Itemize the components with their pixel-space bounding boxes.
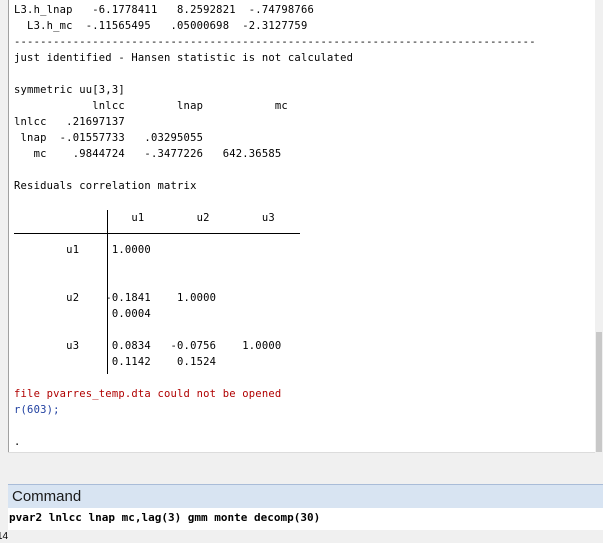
corr-row-u3-pvalue: 0.1142 0.1524 [14, 356, 217, 368]
corr-row-u2-pvalue: 0.0004 [14, 308, 151, 320]
status-text: 14 [0, 531, 9, 542]
return-code-link[interactable]: r(603); [14, 402, 60, 418]
residuals-title: Residuals correlation matrix [14, 180, 197, 192]
results-prompt: . [14, 436, 21, 448]
corr-header: u1 u2 u3 [14, 212, 275, 224]
results-horizontal-scrollbar[interactable] [8, 452, 595, 476]
status-bar: 14 [0, 531, 603, 543]
corr-row-u2: u2 -0.1841 1.0000 [14, 292, 217, 304]
results-vertical-scrollbar[interactable] [595, 0, 603, 475]
uu-header: lnlcc lnap mc [14, 100, 288, 112]
error-message: file pvarres_temp.dta could not be opene… [14, 388, 282, 400]
table-separator: ----------------------------------------… [14, 36, 536, 48]
uu-row-lnap: lnap -.01557733 .03295055 [14, 132, 204, 144]
uu-row-mc: mc .9844724 -.3477226 642.36585 [14, 148, 282, 160]
uu-row-lnlcc: lnlcc .21697137 [14, 116, 125, 128]
pane-splitter[interactable] [0, 475, 603, 483]
command-input[interactable]: pvar2 lnlcc lnap mc,lag(3) gmm monte dec… [8, 508, 603, 530]
corr-row-u1: u1 1.0000 [14, 244, 151, 256]
corr-row-u3: u3 0.0834 -0.0756 1.0000 [14, 340, 282, 352]
coef-row-lnap: L3.h_lnap -6.1778411 8.2592821 -.7479876… [14, 4, 314, 16]
scrollbar-thumb[interactable] [596, 332, 602, 452]
hansen-note: just identified - Hansen statistic is no… [14, 52, 354, 64]
command-pane-title: Command [8, 484, 603, 508]
results-window: L3.h_lnap -6.1778411 8.2592821 -.7479876… [8, 0, 597, 452]
corr-table-hline [14, 233, 300, 234]
coef-row-mc: L3.h_mc -.11565495 .05000698 -2.3127759 [14, 20, 308, 32]
uu-title: symmetric uu[3,3] [14, 84, 125, 96]
